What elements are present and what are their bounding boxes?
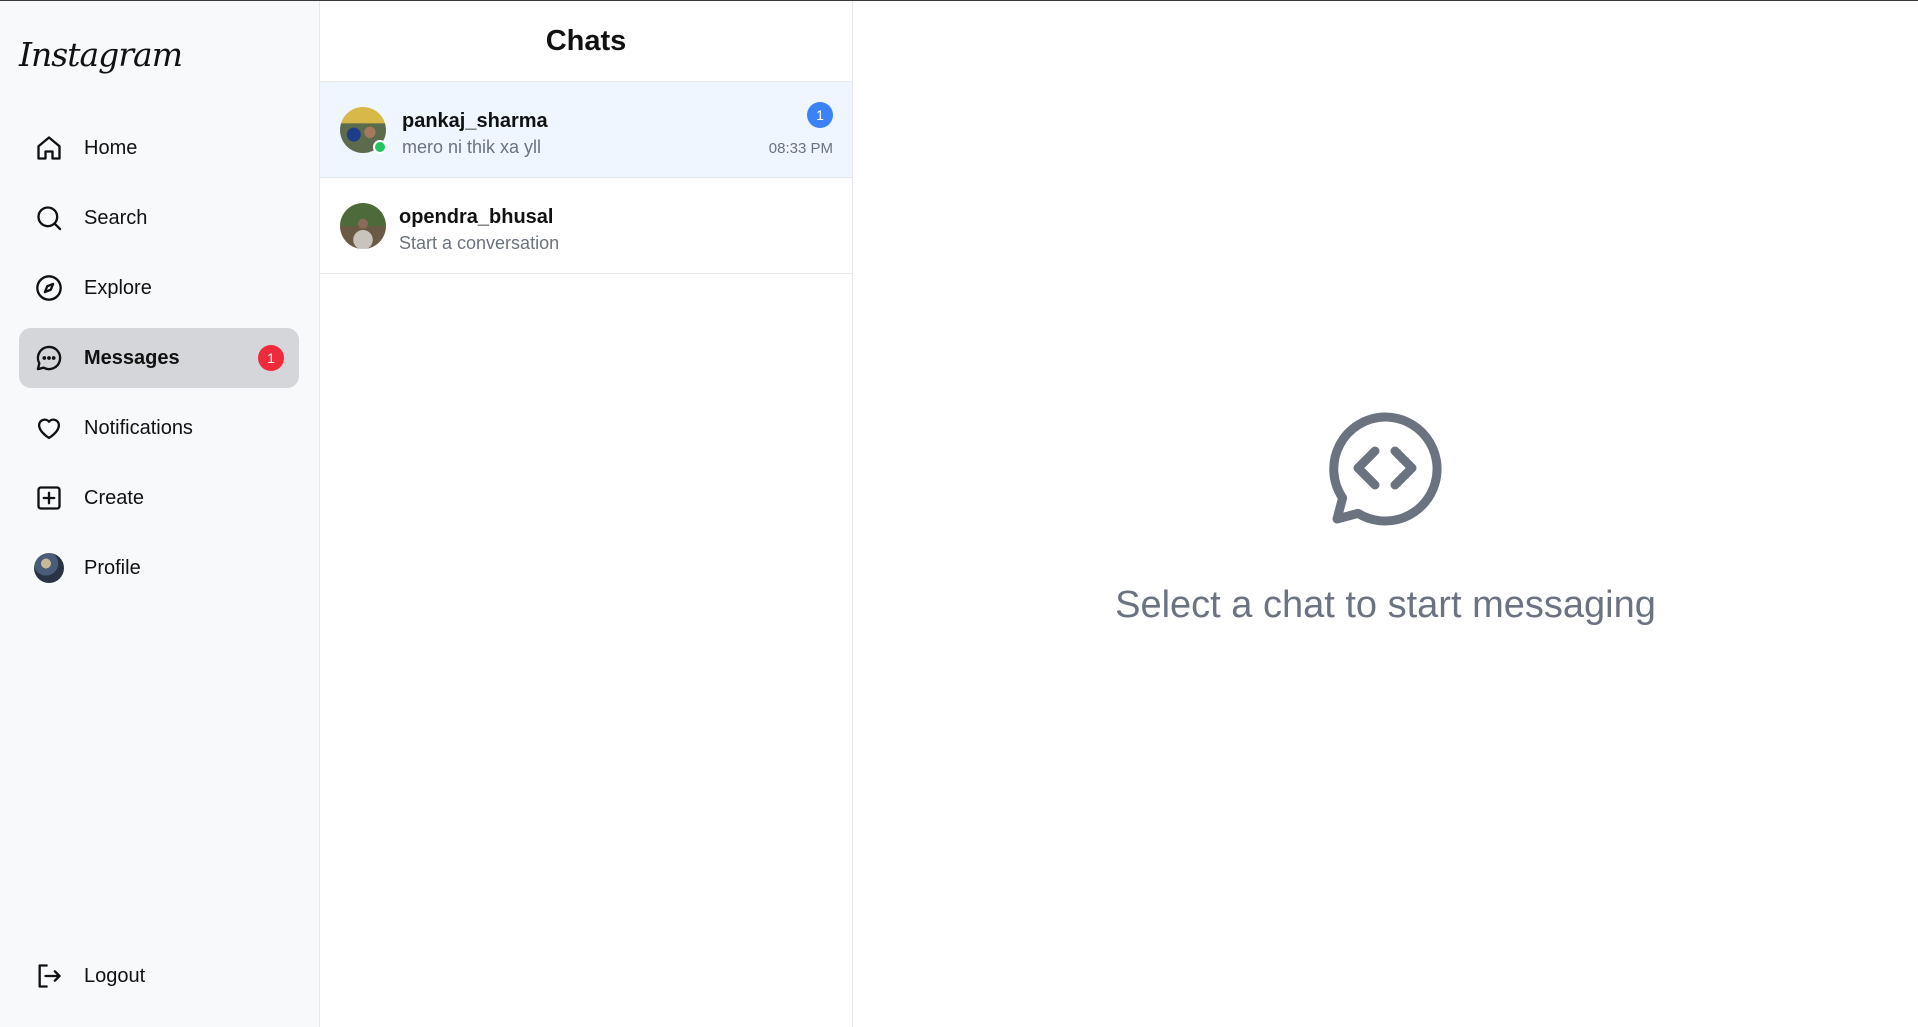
sidebar-item-label: Messages — [84, 346, 180, 369]
sidebar-item-label: Notifications — [84, 416, 193, 439]
sidebar-item-messages[interactable]: Messages 1 — [19, 328, 299, 388]
sidebar-item-label: Explore — [84, 276, 152, 299]
sidebar: Instagram Home Search Explore Messages 1… — [0, 1, 320, 1027]
sidebar-item-create[interactable]: Create — [19, 468, 299, 528]
conversation-panel: Select a chat to start messaging — [853, 1, 1918, 1027]
chat-preview: Start a conversation — [399, 233, 560, 253]
chat-username: pankaj_sharma — [402, 110, 548, 132]
logout-label: Logout — [84, 964, 146, 987]
chat-username: opendra_bhusal — [399, 206, 554, 228]
chats-title: Chats — [320, 1, 852, 82]
chat-list-panel: Chats pankaj_sharma mero ni thik xa yll … — [320, 1, 853, 1027]
compass-icon — [34, 273, 64, 303]
avatar — [340, 203, 386, 249]
home-icon — [34, 133, 64, 163]
unread-count-badge: 1 — [807, 102, 833, 128]
logout-container: Logout — [19, 946, 299, 1016]
sidebar-item-explore[interactable]: Explore — [19, 258, 299, 318]
logout-button[interactable]: Logout — [19, 946, 299, 1006]
chat-list-item[interactable]: pankaj_sharma mero ni thik xa yll 1 08:3… — [320, 82, 852, 178]
unread-badge: 1 — [258, 345, 284, 371]
online-status-indicator — [373, 140, 387, 154]
logout-icon — [34, 961, 64, 991]
sidebar-item-label: Profile — [84, 556, 141, 579]
chat-timestamp: 08:33 PM — [768, 140, 833, 157]
sidebar-nav: Home Search Explore Messages 1 Notificat… — [19, 118, 299, 608]
sidebar-item-notifications[interactable]: Notifications — [19, 398, 299, 458]
sidebar-item-profile[interactable]: Profile — [19, 538, 299, 598]
plus-square-icon — [34, 483, 64, 513]
chat-bubble-code-icon — [1325, 409, 1445, 529]
sidebar-item-label: Search — [84, 206, 148, 229]
avatar — [34, 553, 64, 583]
message-icon — [34, 343, 64, 373]
instagram-logo[interactable]: Instagram — [19, 35, 183, 74]
empty-state-message: Select a chat to start messaging — [1115, 584, 1656, 626]
search-icon — [34, 203, 64, 233]
sidebar-item-label: Create — [84, 486, 145, 509]
heart-icon — [34, 413, 64, 443]
sidebar-item-label: Home — [84, 136, 138, 159]
sidebar-item-search[interactable]: Search — [19, 188, 299, 248]
sidebar-item-home[interactable]: Home — [19, 118, 299, 178]
chat-preview: mero ni thik xa yll — [402, 137, 542, 157]
chat-list-item[interactable]: opendra_bhusal Start a conversation — [320, 178, 852, 274]
